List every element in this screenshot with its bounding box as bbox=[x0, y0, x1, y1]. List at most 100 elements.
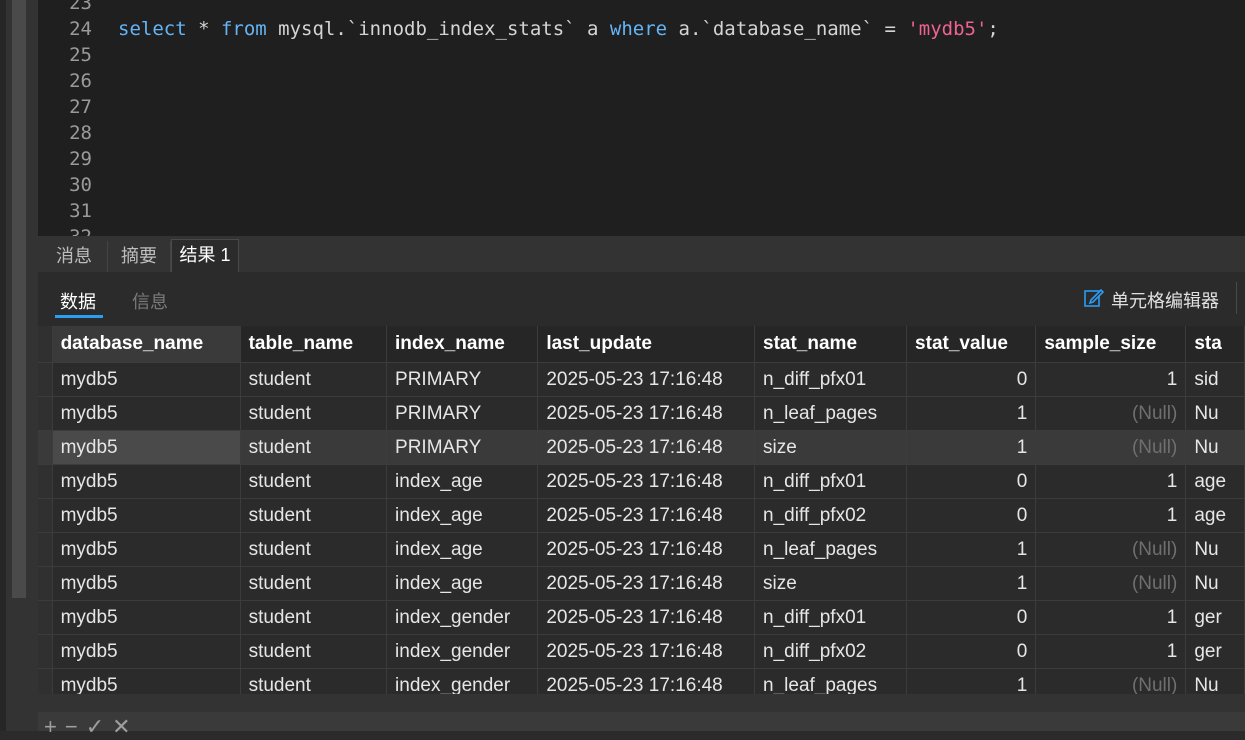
subtab-info[interactable]: 信息 bbox=[132, 288, 168, 314]
table-cell[interactable]: size bbox=[754, 430, 908, 465]
table-cell[interactable]: mydb5 bbox=[52, 396, 241, 431]
row-header[interactable] bbox=[38, 464, 53, 499]
table-cell[interactable]: n_diff_pfx02 bbox=[754, 634, 908, 669]
table-cell[interactable]: Nu bbox=[1185, 668, 1245, 694]
column-header[interactable]: sample_size bbox=[1035, 326, 1187, 363]
check-icon[interactable]: ✓ bbox=[86, 714, 112, 739]
table-cell[interactable]: Nu bbox=[1185, 532, 1245, 567]
table-cell[interactable]: student bbox=[240, 362, 388, 397]
table-cell[interactable]: 0 bbox=[906, 498, 1037, 533]
table-cell[interactable]: student bbox=[240, 396, 388, 431]
table-cell[interactable]: student bbox=[240, 464, 388, 499]
table-cell[interactable]: 1 bbox=[906, 668, 1037, 694]
table-cell[interactable]: Nu bbox=[1185, 430, 1245, 465]
table-cell[interactable]: student bbox=[240, 600, 388, 635]
table-cell[interactable]: 0 bbox=[906, 634, 1037, 669]
table-cell[interactable]: 2025-05-23 17:16:48 bbox=[537, 600, 756, 635]
table-cell[interactable]: age bbox=[1185, 464, 1245, 499]
table-row[interactable]: mydb5 student PRIMARY 2025-05-23 17:16:48 n_… bbox=[38, 362, 1245, 397]
table-cell[interactable]: 2025-05-23 17:16:48 bbox=[537, 566, 756, 601]
table-cell[interactable]: student bbox=[240, 430, 388, 465]
table-cell[interactable]: mydb5 bbox=[52, 464, 241, 499]
table-cell[interactable]: 0 bbox=[906, 464, 1037, 499]
row-header[interactable] bbox=[38, 634, 53, 669]
table-cell[interactable]: 1 bbox=[1035, 498, 1187, 533]
row-header[interactable] bbox=[38, 566, 53, 601]
table-cell[interactable]: mydb5 bbox=[52, 430, 241, 465]
table-cell[interactable]: 2025-05-23 17:16:48 bbox=[537, 362, 756, 397]
table-row[interactable]: mydb5 student index_age 2025-05-23 17:16:48… bbox=[38, 566, 1245, 601]
table-cell[interactable]: (Null) bbox=[1035, 668, 1187, 694]
table-cell[interactable]: n_diff_pfx01 bbox=[754, 362, 908, 397]
table-cell[interactable]: 1 bbox=[1035, 634, 1187, 669]
table-cell[interactable]: (Null) bbox=[1035, 396, 1187, 431]
table-cell[interactable]: n_leaf_pages bbox=[754, 532, 908, 567]
column-header[interactable]: stat_value bbox=[906, 326, 1037, 363]
table-cell[interactable]: (Null) bbox=[1035, 430, 1187, 465]
row-header[interactable] bbox=[38, 600, 53, 635]
table-cell[interactable]: PRIMARY bbox=[386, 362, 539, 397]
subtab-data[interactable]: 数据 bbox=[60, 288, 96, 314]
sql-query-line[interactable]: select * from mysql.`innodb_index_stats`… bbox=[118, 18, 999, 40]
table-cell[interactable]: age bbox=[1185, 498, 1245, 533]
table-cell[interactable]: 2025-05-23 17:16:48 bbox=[537, 396, 756, 431]
table-cell[interactable]: 0 bbox=[906, 362, 1037, 397]
close-icon[interactable]: ✕ bbox=[112, 714, 138, 739]
column-header[interactable]: table_name bbox=[240, 326, 388, 363]
table-cell[interactable]: 2025-05-23 17:16:48 bbox=[537, 668, 756, 694]
table-cell[interactable]: sid bbox=[1185, 362, 1245, 397]
table-cell[interactable]: index_age bbox=[386, 532, 539, 567]
table-cell[interactable]: 1 bbox=[906, 566, 1037, 601]
table-cell[interactable]: mydb5 bbox=[52, 668, 241, 694]
result-grid[interactable]: database_name table_name index_name last… bbox=[38, 326, 1245, 694]
tab-result-1[interactable]: 结果 1 bbox=[171, 239, 239, 273]
table-cell[interactable]: mydb5 bbox=[52, 362, 241, 397]
table-cell[interactable]: n_diff_pfx01 bbox=[754, 600, 908, 635]
table-row[interactable]: mydb5 student index_age 2025-05-23 17:16:48… bbox=[38, 498, 1245, 533]
table-row[interactable]: mydb5 student PRIMARY 2025-05-23 17:16:48 si… bbox=[38, 430, 1245, 465]
table-cell[interactable]: size bbox=[754, 566, 908, 601]
table-cell[interactable]: index_gender bbox=[386, 634, 539, 669]
plus-icon[interactable]: + bbox=[44, 714, 65, 739]
column-header[interactable]: index_name bbox=[386, 326, 539, 363]
table-cell[interactable]: 2025-05-23 17:16:48 bbox=[537, 532, 756, 567]
table-cell[interactable]: 1 bbox=[906, 532, 1037, 567]
table-cell[interactable]: mydb5 bbox=[52, 634, 241, 669]
table-cell[interactable]: student bbox=[240, 566, 388, 601]
table-cell[interactable]: 2025-05-23 17:16:48 bbox=[537, 464, 756, 499]
table-cell[interactable]: PRIMARY bbox=[386, 396, 539, 431]
table-row[interactable]: mydb5 student index_gender 2025-05-23 17:16… bbox=[38, 600, 1245, 635]
table-cell[interactable]: (Null) bbox=[1035, 566, 1187, 601]
table-row[interactable]: mydb5 student index_gender 2025-05-23 17:16… bbox=[38, 634, 1245, 669]
table-row[interactable]: mydb5 student index_age 2025-05-23 17:16:48… bbox=[38, 532, 1245, 567]
table-cell[interactable]: 1 bbox=[1035, 464, 1187, 499]
table-cell[interactable]: mydb5 bbox=[52, 532, 241, 567]
table-cell[interactable]: PRIMARY bbox=[386, 430, 539, 465]
table-cell[interactable]: 2025-05-23 17:16:48 bbox=[537, 634, 756, 669]
table-cell[interactable]: student bbox=[240, 532, 388, 567]
row-header[interactable] bbox=[38, 668, 53, 694]
column-header[interactable]: stat_name bbox=[754, 326, 908, 363]
table-cell[interactable]: Nu bbox=[1185, 396, 1245, 431]
table-cell[interactable]: index_gender bbox=[386, 600, 539, 635]
table-cell[interactable]: mydb5 bbox=[52, 600, 241, 635]
table-cell[interactable]: n_leaf_pages bbox=[754, 668, 908, 694]
tab-messages[interactable]: 消息 bbox=[41, 241, 108, 272]
tab-summary[interactable]: 摘要 bbox=[108, 241, 171, 272]
table-cell[interactable]: (Null) bbox=[1035, 532, 1187, 567]
row-header[interactable] bbox=[38, 396, 53, 431]
table-cell[interactable]: ger bbox=[1185, 634, 1245, 669]
table-cell[interactable]: mydb5 bbox=[52, 498, 241, 533]
minus-icon[interactable]: − bbox=[65, 714, 86, 739]
row-header[interactable] bbox=[38, 498, 53, 533]
table-cell[interactable]: student bbox=[240, 498, 388, 533]
table-row[interactable]: mydb5 student index_age 2025-05-23 17:16:48… bbox=[38, 464, 1245, 499]
table-cell[interactable]: 0 bbox=[906, 600, 1037, 635]
table-cell[interactable]: n_diff_pfx01 bbox=[754, 464, 908, 499]
table-cell[interactable]: index_gender bbox=[386, 668, 539, 694]
table-cell[interactable]: student bbox=[240, 634, 388, 669]
table-cell[interactable]: 1 bbox=[906, 430, 1037, 465]
table-cell[interactable]: student bbox=[240, 668, 388, 694]
table-cell[interactable]: Nu bbox=[1185, 566, 1245, 601]
table-cell[interactable]: index_age bbox=[386, 464, 539, 499]
